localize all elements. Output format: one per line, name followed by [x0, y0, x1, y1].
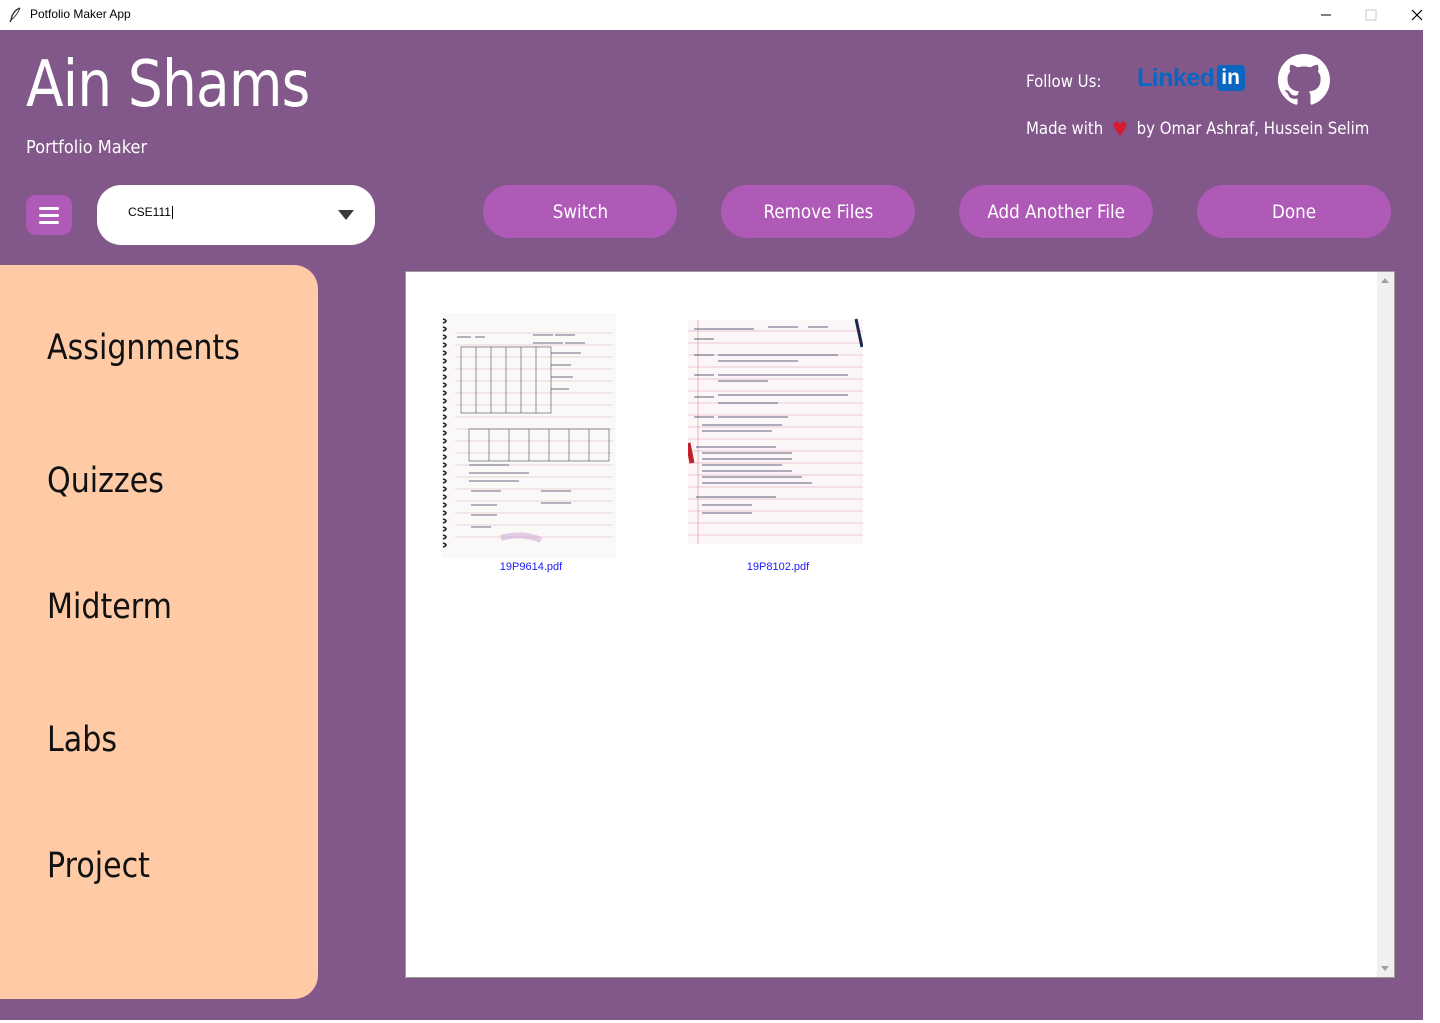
made-with-label: Made with [1026, 119, 1104, 139]
window-edge [1423, 30, 1440, 1023]
file-name-link[interactable]: 19P8102.pdf [688, 561, 868, 573]
add-file-button-label: Add Another File [987, 200, 1125, 223]
sidebar: Assignments Quizzes Midterm Labs Project [0, 265, 318, 999]
sidebar-item-project[interactable]: Project [47, 846, 150, 886]
minimize-button[interactable] [1303, 0, 1349, 30]
done-button[interactable]: Done [1197, 185, 1391, 238]
sidebar-item-assignments[interactable]: Assignments [47, 328, 240, 368]
course-dropdown-value: CSE111 [128, 205, 173, 220]
brand-subtitle: Portfolio Maker [26, 137, 148, 158]
linkedin-link[interactable]: Linked in [1137, 63, 1245, 93]
file-name-link[interactable]: 19P9614.pdf [441, 561, 621, 573]
linkedin-in-badge: in [1216, 65, 1245, 91]
close-icon [1411, 9, 1423, 21]
minimize-icon [1321, 14, 1331, 16]
course-value-text: CSE111 [128, 205, 171, 219]
credits-authors: by Omar Ashraf, Hussein Selim [1136, 119, 1370, 139]
vertical-scrollbar[interactable] [1377, 272, 1394, 977]
add-file-button[interactable]: Add Another File [959, 185, 1153, 238]
scroll-up-icon[interactable] [1381, 278, 1389, 283]
notebook-page-image [688, 313, 863, 558]
maximize-button[interactable] [1348, 0, 1394, 30]
sidebar-item-quizzes[interactable]: Quizzes [47, 461, 164, 501]
maximize-icon [1365, 9, 1377, 21]
scroll-down-icon[interactable] [1381, 966, 1389, 971]
heart-icon: ♥ [1112, 117, 1128, 141]
file-item[interactable]: 19P9614.pdf [441, 313, 621, 573]
course-dropdown[interactable]: CSE111 [97, 185, 375, 245]
chevron-down-icon[interactable] [338, 210, 354, 220]
hamburger-icon-line [39, 220, 59, 224]
title-bar: Potfolio Maker App [0, 0, 1440, 30]
text-cursor [171, 206, 173, 220]
remove-files-button[interactable]: Remove Files [721, 185, 915, 238]
remove-files-button-label: Remove Files [763, 200, 873, 223]
hamburger-icon [39, 206, 59, 210]
window-title: Potfolio Maker App [30, 7, 131, 21]
file-thumbnail[interactable] [441, 313, 616, 558]
feather-icon [9, 7, 21, 23]
notebook-page-image [441, 313, 616, 558]
switch-button[interactable]: Switch [483, 185, 677, 238]
file-item[interactable]: 19P8102.pdf [688, 313, 868, 573]
sidebar-item-midterm[interactable]: Midterm [47, 587, 172, 627]
app-window: Ain Shams Portfolio Maker Follow Us: Lin… [0, 30, 1423, 1020]
credits-line: Made with ♥ by Omar Ashraf, Hussein Seli… [1026, 117, 1369, 141]
files-panel: 19P9614.pdf 19P8102.pdf [405, 271, 1395, 978]
close-button[interactable] [1394, 0, 1440, 30]
linkedin-icon: Linked [1137, 63, 1215, 92]
menu-button[interactable] [26, 195, 72, 235]
follow-us-label: Follow Us: [1026, 72, 1102, 92]
file-thumbnail[interactable] [688, 313, 863, 558]
switch-button-label: Switch [552, 200, 608, 223]
brand-title: Ain Shams [26, 48, 310, 122]
hamburger-icon-line [39, 213, 59, 217]
github-icon[interactable] [1278, 54, 1330, 106]
done-button-label: Done [1272, 200, 1316, 223]
sidebar-item-labs[interactable]: Labs [47, 720, 117, 760]
